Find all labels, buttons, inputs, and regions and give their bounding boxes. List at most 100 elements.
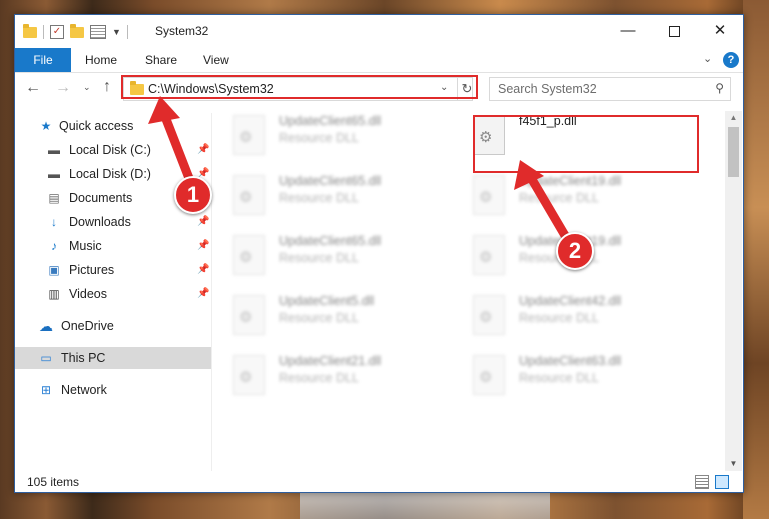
file-type: Resource DLL [519, 311, 599, 325]
tab-file[interactable]: File [15, 48, 71, 72]
minimize-button[interactable]: — [605, 15, 651, 47]
sidebar-item-label: Videos [69, 287, 107, 301]
file-item[interactable]: UpdateClient19.dll Resource DLL [473, 171, 693, 219]
pin-icon: 📌 [197, 144, 210, 155]
scroll-up-icon[interactable]: ▲ [725, 111, 742, 125]
file-item[interactable]: UpdateClient5.dll Resource DLL [233, 291, 453, 339]
network-icon: ⊞ [40, 383, 52, 397]
help-icon[interactable]: ? [723, 52, 739, 68]
drive-icon: ▬ [48, 167, 60, 181]
search-icon[interactable]: ⚲ [715, 81, 724, 95]
tab-view[interactable]: View [203, 48, 229, 72]
toolbar-separator [43, 25, 44, 39]
dll-file-icon [473, 175, 505, 215]
dll-file-icon [473, 355, 505, 395]
sidebar-item-onedrive[interactable]: ☁ OneDrive [15, 315, 211, 337]
sidebar-item-label: Downloads [69, 215, 131, 229]
sidebar-item-local-disk-c[interactable]: ▬ Local Disk (C:) 📌 [15, 139, 211, 161]
dll-file-icon [473, 235, 505, 275]
star-icon: ★ [40, 119, 52, 133]
file-name: UpdateClient19.dll [519, 174, 622, 188]
window-title: System32 [155, 24, 209, 38]
scrollbar-thumb[interactable] [728, 127, 739, 177]
file-name: UpdateClient21.dll [279, 354, 382, 368]
sidebar-item-this-pc[interactable]: ▭ This PC [15, 347, 211, 369]
sidebar-item-pictures[interactable]: ▣ Pictures 📌 [15, 259, 211, 281]
quick-access-toolbar: ✓ ▼ [23, 23, 128, 41]
file-highlight-box [473, 115, 699, 173]
pictures-icon: ▣ [48, 263, 60, 277]
folder-icon [23, 23, 37, 38]
file-item[interactable]: UpdateClient65.dll Resource DLL [233, 231, 453, 279]
file-type: Resource DLL [519, 371, 599, 385]
file-type: Resource DLL [279, 371, 359, 385]
file-name: UpdateClient65.dll [279, 114, 382, 128]
ribbon-tabs: File Home Share View ⌄ ? [15, 48, 743, 73]
computer-icon: ▭ [40, 351, 52, 365]
sidebar-item-label: Pictures [69, 263, 115, 277]
dll-file-icon [233, 115, 265, 155]
status-bar: 105 items [15, 471, 743, 492]
file-item[interactable]: UpdateClient65.dll Resource DLL [233, 171, 453, 219]
sidebar-item-downloads[interactable]: ↓ Downloads 📌 [15, 211, 211, 233]
music-icon: ♪ [51, 239, 57, 253]
sidebar-item-network[interactable]: ⊞ Network [15, 379, 211, 401]
sidebar-item-label: Music [69, 239, 102, 253]
file-type: Resource DLL [279, 131, 359, 145]
sidebar-item-videos[interactable]: ▥ Videos 📌 [15, 283, 211, 305]
pin-icon: 📌 [197, 240, 210, 251]
back-arrow-icon[interactable]: ← [25, 79, 41, 97]
file-item[interactable]: UpdateClient63.dll Resource DLL [473, 351, 693, 399]
recent-locations-icon[interactable]: ⌄ [83, 82, 91, 93]
file-name: UpdateClient5.dll [279, 294, 375, 308]
toolbar-dropdown-icon[interactable]: ▼ [112, 27, 121, 37]
sidebar-item-music[interactable]: ♪ Music 📌 [15, 235, 211, 257]
file-item[interactable]: UpdateClient42.dll Resource DLL [473, 291, 693, 339]
sidebar-item-label: Quick access [59, 119, 134, 133]
pin-icon: 📌 [197, 288, 210, 299]
address-highlight-box [121, 75, 478, 99]
file-type: Resource DLL [279, 251, 359, 265]
customize-toolbar-icon[interactable] [90, 25, 106, 39]
cloud-icon: ☁ [39, 318, 53, 334]
search-input[interactable]: Search System32 ⚲ [489, 77, 731, 101]
item-count: 105 items [27, 475, 80, 489]
videos-icon: ▥ [48, 287, 60, 301]
search-placeholder: Search System32 [498, 82, 597, 96]
tab-home[interactable]: Home [85, 48, 117, 72]
large-icons-view-icon[interactable] [715, 475, 729, 489]
forward-arrow-icon[interactable]: → [55, 79, 71, 97]
dll-file-icon [233, 235, 265, 275]
step-2-badge: 2 [556, 232, 594, 270]
file-name: UpdateClient65.dll [279, 234, 382, 248]
file-name: UpdateClient63.dll [519, 354, 622, 368]
file-name: UpdateClient65.dll [279, 174, 382, 188]
navigation-bar: ← → ⌄ ↑ C:\Windows\System32 ⌄ ↻ Search S… [15, 73, 743, 105]
vertical-scrollbar[interactable]: ▲ ▼ [725, 111, 742, 471]
drive-icon: ▬ [48, 143, 60, 157]
details-view-icon[interactable] [695, 475, 709, 489]
up-arrow-icon[interactable]: ↑ [103, 78, 111, 96]
sidebar-item-label: This PC [61, 351, 106, 365]
scroll-down-icon[interactable]: ▼ [725, 457, 742, 471]
pin-icon: 📌 [197, 216, 210, 227]
tab-share[interactable]: Share [145, 48, 177, 72]
documents-icon: ▤ [48, 191, 60, 205]
sidebar-item-label: Documents [69, 191, 133, 205]
title-bar: ✓ ▼ System32 — ✕ [15, 15, 743, 48]
sidebar-item-label: Local Disk (C:) [69, 143, 151, 157]
background-wallpaper-edge [743, 0, 769, 519]
maximize-button[interactable] [651, 15, 697, 47]
file-type: Resource DLL [519, 191, 599, 205]
file-type: Resource DLL [279, 311, 359, 325]
file-item[interactable]: UpdateClient21.dll Resource DLL [233, 351, 453, 399]
properties-check-icon[interactable]: ✓ [50, 25, 64, 39]
file-item[interactable]: UpdateClient65.dll Resource DLL [233, 111, 453, 159]
sidebar-item-label: Local Disk (D:) [69, 167, 151, 181]
step-1-badge: 1 [174, 176, 212, 214]
expand-ribbon-icon[interactable]: ⌄ [703, 52, 712, 65]
new-folder-icon[interactable] [70, 23, 84, 38]
close-button[interactable]: ✕ [697, 15, 743, 47]
pane-divider[interactable] [211, 113, 212, 471]
sidebar-item-quick-access[interactable]: ★ Quick access [15, 115, 211, 137]
